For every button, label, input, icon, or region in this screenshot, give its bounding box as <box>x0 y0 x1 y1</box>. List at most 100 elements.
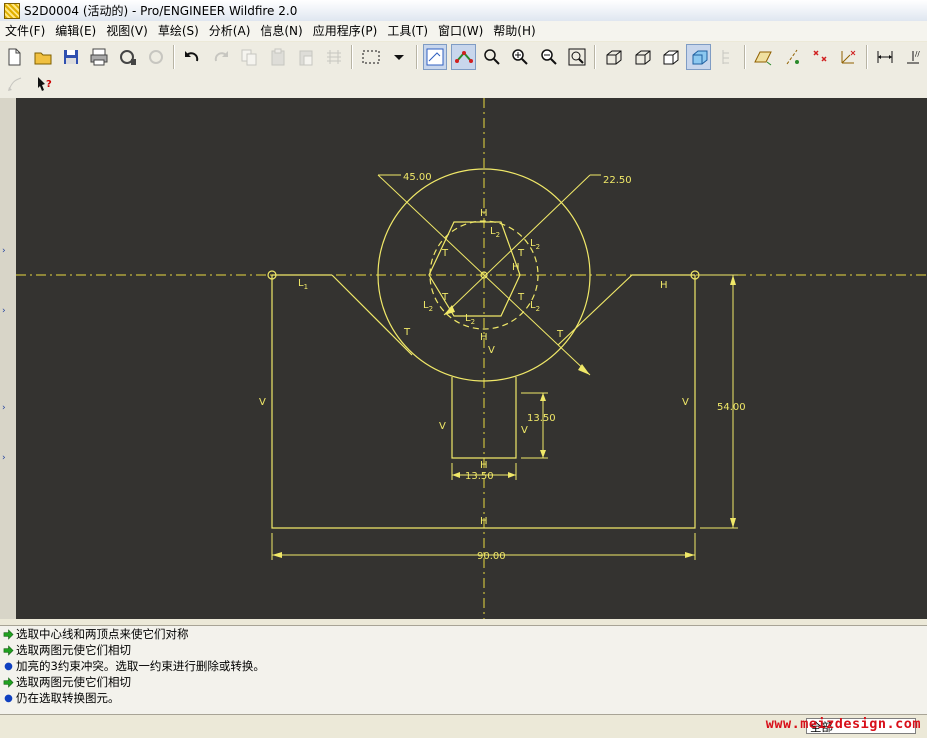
paste-icon[interactable] <box>265 44 289 70</box>
dim-outer-circle[interactable]: 45.00 <box>403 172 432 183</box>
whats-this-help-icon[interactable]: ? <box>32 71 58 97</box>
constraint-h[interactable]: H <box>480 332 488 343</box>
no-hidden-icon[interactable] <box>658 44 682 70</box>
message-text: 选取两图元使它们相切 <box>16 643 131 657</box>
datum-plane-icon[interactable] <box>751 44 775 70</box>
datum-axis-icon[interactable] <box>779 44 803 70</box>
toolbar-separator <box>416 45 419 69</box>
datum-point-icon[interactable] <box>808 44 832 70</box>
main-toolbar: // <box>0 42 927 72</box>
constraint-t[interactable]: T <box>441 248 449 259</box>
window-title: S2D0004 (活动的) - Pro/ENGINEER Wildfire 2.… <box>24 4 298 18</box>
constraint-h[interactable]: H <box>512 262 520 273</box>
menu-item[interactable]: 帮助(H) <box>488 21 540 41</box>
new-file-icon[interactable] <box>2 44 26 70</box>
menu-item[interactable]: 分析(A) <box>204 21 256 41</box>
menu-item[interactable]: 视图(V) <box>101 21 153 41</box>
constraint-l2[interactable]: L2 <box>423 300 433 313</box>
coordinate-system-icon[interactable] <box>836 44 860 70</box>
message-text: 仍在选取转换图元。 <box>16 691 120 705</box>
save-copy-icon[interactable] <box>116 44 140 70</box>
save-icon[interactable] <box>59 44 83 70</box>
menu-item[interactable]: 信息(N) <box>255 21 307 41</box>
message-line: 选取两图元使它们相切 <box>0 642 927 658</box>
menu-item[interactable]: 工具(T) <box>382 21 433 41</box>
right-tangent-line[interactable] <box>557 274 633 346</box>
svg-text:?: ? <box>46 79 52 90</box>
copy-icon[interactable] <box>237 44 261 70</box>
zoom-in-icon[interactable] <box>508 44 532 70</box>
constraint-h[interactable]: H <box>480 460 488 471</box>
wireframe-icon[interactable] <box>601 44 625 70</box>
dim-slot-width[interactable]: 13.50 <box>465 471 494 482</box>
dim-height[interactable]: 54.00 <box>717 402 746 413</box>
arrow-head <box>452 472 460 478</box>
sketch-drawing[interactable]: 45.00 22.50 13.50 13.50 54.00 90.00 H H … <box>16 98 927 619</box>
constraint-t[interactable]: T <box>556 329 564 340</box>
title-bar: S2D0004 (活动的) - Pro/ENGINEER Wildfire 2.… <box>0 0 927 22</box>
constraint-l2[interactable]: L2 <box>465 313 475 326</box>
constraint-v[interactable]: V <box>682 397 689 408</box>
green-arrow-icon <box>3 644 14 656</box>
constraint-l2[interactable]: L2 <box>530 300 540 313</box>
model-tree-icon[interactable] <box>715 44 739 70</box>
dia22-leader[interactable] <box>443 174 591 316</box>
sketcher-icon[interactable] <box>423 44 448 70</box>
green-arrow-icon <box>3 676 14 688</box>
print-icon[interactable] <box>87 44 111 70</box>
menu-item[interactable]: 编辑(E) <box>50 21 101 41</box>
dim-width[interactable]: 90.00 <box>477 551 506 562</box>
erase-icon[interactable] <box>144 44 168 70</box>
shading-icon[interactable] <box>686 44 711 70</box>
dimension-display-icon[interactable] <box>873 44 897 70</box>
toolbar-separator <box>594 45 597 69</box>
constraint-t[interactable]: T <box>403 327 411 338</box>
sketch-canvas[interactable]: 45.00 22.50 13.50 13.50 54.00 90.00 H H … <box>16 98 927 619</box>
constraint-t[interactable]: T <box>517 292 525 303</box>
constraint-h[interactable]: H <box>480 208 488 219</box>
constraint-v[interactable]: V <box>439 421 446 432</box>
constraint-l1[interactable]: L1 <box>298 278 308 291</box>
constraint-display-icon[interactable]: // <box>901 44 925 70</box>
hidden-line-icon[interactable] <box>630 44 654 70</box>
select-box-icon[interactable] <box>358 44 382 70</box>
regenerate-icon[interactable] <box>322 44 346 70</box>
paste-special-icon[interactable] <box>294 44 318 70</box>
repaint-icon[interactable] <box>480 44 504 70</box>
constraint-v[interactable]: V <box>259 397 266 408</box>
refit-icon[interactable] <box>565 44 589 70</box>
expand-arrow-icon[interactable]: › <box>2 453 8 463</box>
menu-item[interactable]: 窗口(W) <box>433 21 488 41</box>
expand-arrow-icon[interactable]: › <box>2 306 8 316</box>
open-folder-icon[interactable] <box>30 44 54 70</box>
left-tangent-line[interactable] <box>331 274 413 356</box>
constraint-t[interactable]: T <box>441 292 449 303</box>
message-line: ● 加亮的3约束冲突。选取一约束进行删除或转换。 <box>0 658 927 674</box>
expand-arrow-icon[interactable]: › <box>2 403 8 413</box>
sketch-tool-icon[interactable] <box>2 71 28 97</box>
constraint-v[interactable]: V <box>488 345 495 356</box>
constraint-icon[interactable] <box>451 44 476 70</box>
dropdown-arrow-icon[interactable] <box>387 44 411 70</box>
redo-icon[interactable] <box>209 44 233 70</box>
constraint-h[interactable]: H <box>660 280 668 291</box>
left-dock-strip[interactable]: › › › › <box>0 98 16 619</box>
menu-item[interactable]: 文件(F) <box>0 21 50 41</box>
arrow-head <box>685 552 695 558</box>
menu-item[interactable]: 应用程序(P) <box>308 21 383 41</box>
menu-item[interactable]: 草绘(S) <box>153 21 204 41</box>
toolbar-separator <box>173 45 176 69</box>
dim-slot-depth[interactable]: 13.50 <box>527 413 556 424</box>
info-dot-icon: ● <box>4 692 13 704</box>
centerlines[interactable] <box>16 98 927 619</box>
pro-engineer-icon <box>4 2 20 19</box>
expand-arrow-icon[interactable]: › <box>2 246 8 256</box>
zoom-out-icon[interactable] <box>537 44 561 70</box>
dim-hex[interactable]: 22.50 <box>603 175 632 186</box>
undo-icon[interactable] <box>180 44 204 70</box>
constraint-t[interactable]: T <box>517 248 525 259</box>
constraint-h[interactable]: H <box>480 516 488 527</box>
message-text: 加亮的3约束冲突。选取一约束进行删除或转换。 <box>16 659 265 673</box>
constraint-v[interactable]: V <box>521 425 528 436</box>
constraint-l2[interactable]: L2 <box>490 226 500 239</box>
